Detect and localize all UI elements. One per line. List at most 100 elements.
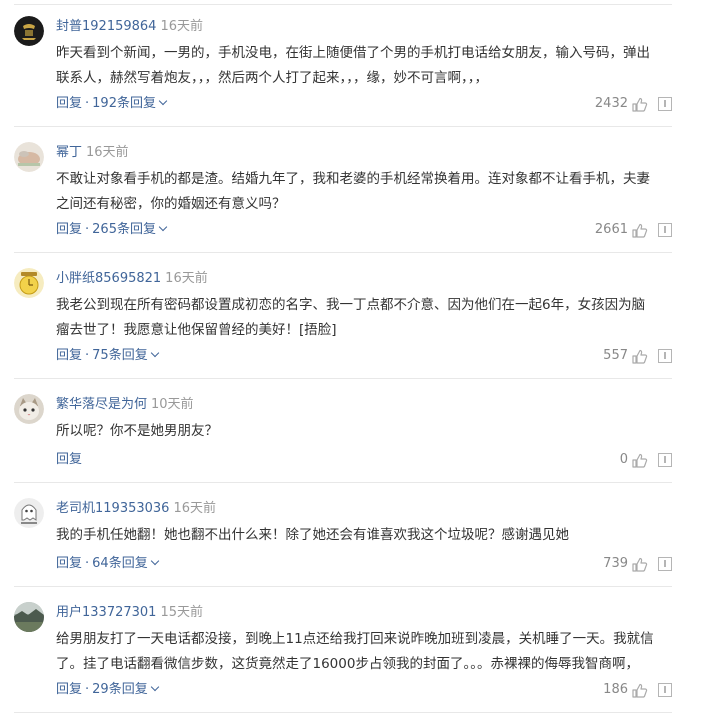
comment-time: 15天前 bbox=[160, 605, 203, 620]
replies-count: 29条回复 bbox=[92, 682, 148, 697]
comment-line: 昨天看到个新闻，一男的，手机没电，在街上随便借了个男的手机打电话给女朋友，输入号… bbox=[56, 45, 650, 61]
dark-emblem-avatar[interactable] bbox=[14, 16, 44, 46]
replies-count: 265条回复 bbox=[92, 222, 156, 237]
comment-line: 给男朋友打了一天电话都没接，到晚上11点还给我打回来说昨晚加班到凌晨，关机睡了一… bbox=[56, 631, 654, 647]
thumbs-up-icon[interactable] bbox=[631, 222, 648, 239]
comment-item: 用户133727301 15天前 给男朋友打了一天电话都没接，到晚上11点还给我打… bbox=[14, 602, 672, 713]
reply-button[interactable]: 回复 bbox=[56, 222, 82, 237]
comment-item: 老司机119353036 16天前 我的手机任她翻！她也翻不出什么来！除了她还会有… bbox=[14, 498, 672, 587]
like-count: 186 bbox=[603, 682, 628, 697]
comment-item: 繁华落尽是为何 10天前 所以呢？你不是她男朋友？ 回复 0 bbox=[14, 394, 672, 483]
separator-dot: · bbox=[85, 556, 90, 571]
comment-stats: 186 bbox=[603, 681, 672, 699]
comment-line: 了。挂了电话翻看微信步数，这货竟然走了16000步占领我的封面了。。。赤裸裸的侮… bbox=[56, 656, 639, 672]
comment-text: 给男朋友打了一天电话都没接，到晚上11点还给我打回来说昨晚加班到凌晨，关机睡了一… bbox=[56, 627, 676, 677]
view-replies-button[interactable]: 75条回复 bbox=[92, 348, 159, 363]
report-icon[interactable] bbox=[658, 223, 672, 237]
divider bbox=[14, 586, 672, 587]
smile-clock-avatar[interactable] bbox=[14, 268, 44, 298]
username-link[interactable]: 繁华落尽是为何 bbox=[56, 397, 147, 412]
comment-stats: 739 bbox=[603, 555, 672, 573]
comment-actions: 回复 · 192条回复 bbox=[56, 95, 168, 113]
thumbs-up-icon[interactable] bbox=[631, 348, 648, 365]
comment-line: 我的手机任她翻！她也翻不出什么来！除了她还会有谁喜欢我这个垃圾呢？感谢遇见她 bbox=[56, 527, 569, 543]
like-count: 739 bbox=[603, 556, 628, 571]
replies-count: 64条回复 bbox=[92, 556, 148, 571]
thumbs-up-icon[interactable] bbox=[631, 682, 648, 699]
landscape-avatar[interactable] bbox=[14, 602, 44, 632]
thumbs-up-icon[interactable] bbox=[631, 96, 648, 113]
like-count: 2661 bbox=[594, 222, 628, 237]
comment-line: 我老公到现在所有密码都设置成初恋的名字、我一丁点都不介意、因为他们在一起6年，女… bbox=[56, 297, 646, 313]
report-icon[interactable] bbox=[658, 349, 672, 363]
reply-button[interactable]: 回复 bbox=[56, 96, 82, 111]
report-icon[interactable] bbox=[658, 453, 672, 467]
comment-actions: 回复 · 265条回复 bbox=[56, 221, 168, 239]
comment-meta: 幂丁 16天前 bbox=[56, 143, 129, 163]
replies-count: 75条回复 bbox=[92, 348, 148, 363]
divider bbox=[14, 4, 672, 5]
username-link[interactable]: 老司机119353036 bbox=[56, 501, 169, 516]
username-link[interactable]: 小胖纸85695821 bbox=[56, 271, 161, 286]
comment-line: 瘤去世了！我愿意让他保留曾经的美好！[捂脸] bbox=[56, 322, 337, 338]
divider bbox=[14, 712, 672, 713]
thumbs-up-icon[interactable] bbox=[631, 452, 648, 469]
view-replies-button[interactable]: 29条回复 bbox=[92, 682, 159, 697]
report-icon[interactable] bbox=[658, 683, 672, 697]
comment-actions: 回复 bbox=[56, 451, 82, 469]
comment-stats: 2432 bbox=[595, 95, 672, 113]
report-icon[interactable] bbox=[658, 97, 672, 111]
thumbs-up-icon[interactable] bbox=[631, 556, 648, 573]
username-link[interactable]: 用户133727301 bbox=[56, 605, 156, 620]
comment-time: 16天前 bbox=[86, 145, 129, 160]
divider bbox=[14, 126, 672, 127]
divider bbox=[14, 482, 672, 483]
username-link[interactable]: 封普192159864 bbox=[56, 19, 156, 34]
view-replies-button[interactable]: 265条回复 bbox=[92, 222, 168, 237]
comment-line: 所以呢？你不是她男朋友？ bbox=[56, 423, 218, 439]
comment-item: 小胖纸85695821 16天前 我老公到现在所有密码都设置成初恋的名字、我一丁点… bbox=[14, 268, 672, 379]
comment-actions: 回复 · 29条回复 bbox=[56, 681, 159, 699]
reply-button[interactable]: 回复 bbox=[56, 348, 82, 363]
reply-button[interactable]: 回复 bbox=[56, 556, 82, 571]
chevron-down-icon bbox=[150, 556, 159, 566]
view-replies-button[interactable]: 64条回复 bbox=[92, 556, 159, 571]
replies-count: 192条回复 bbox=[92, 96, 156, 111]
comment-meta: 繁华落尽是为何 10天前 bbox=[56, 395, 194, 415]
comment-line: 不敢让对象看手机的都是渣。结婚九年了，我和老婆的手机经常换着用。连对象都不让看手… bbox=[56, 171, 650, 187]
cat-avatar[interactable] bbox=[14, 394, 44, 424]
reply-button[interactable]: 回复 bbox=[56, 452, 82, 467]
ghost-avatar[interactable] bbox=[14, 498, 44, 528]
comment-text: 不敢让对象看手机的都是渣。结婚九年了，我和老婆的手机经常换着用。连对象都不让看手… bbox=[56, 167, 676, 217]
comment-actions: 回复 · 64条回复 bbox=[56, 555, 159, 573]
comment-time: 16天前 bbox=[160, 19, 203, 34]
comment-meta: 用户133727301 15天前 bbox=[56, 603, 203, 623]
comment-item: 幂丁 16天前 不敢让对象看手机的都是渣。结婚九年了，我和老婆的手机经常换着用。连… bbox=[14, 142, 672, 253]
comment-time: 16天前 bbox=[165, 271, 208, 286]
comment-text: 所以呢？你不是她男朋友？ bbox=[56, 419, 676, 444]
comment-time: 10天前 bbox=[151, 397, 194, 412]
separator-dot: · bbox=[85, 96, 90, 111]
like-count: 2432 bbox=[594, 96, 628, 111]
comment-stats: 0 bbox=[620, 451, 672, 469]
comment-line: 联系人，赫然写着炮友，，，然后两个人打了起来，，，缘，妙不可言啊，，， bbox=[56, 70, 488, 86]
comment-text: 我的手机任她翻！她也翻不出什么来！除了她还会有谁喜欢我这个垃圾呢？感谢遇见她 bbox=[56, 523, 676, 548]
comment-text: 昨天看到个新闻，一男的，手机没电，在街上随便借了个男的手机打电话给女朋友，输入号… bbox=[56, 41, 676, 91]
view-replies-button[interactable]: 192条回复 bbox=[92, 96, 168, 111]
comment-time: 16天前 bbox=[173, 501, 216, 516]
divider bbox=[14, 252, 672, 253]
like-count: 557 bbox=[603, 348, 628, 363]
report-icon[interactable] bbox=[658, 557, 672, 571]
chevron-down-icon bbox=[150, 348, 159, 358]
separator-dot: · bbox=[85, 222, 90, 237]
reply-button[interactable]: 回复 bbox=[56, 682, 82, 697]
chevron-down-icon bbox=[158, 96, 168, 106]
comment-meta: 封普192159864 16天前 bbox=[56, 17, 203, 37]
comment-meta: 小胖纸85695821 16天前 bbox=[56, 269, 208, 289]
hand-photo-avatar[interactable] bbox=[14, 142, 44, 172]
comment-text: 我老公到现在所有密码都设置成初恋的名字、我一丁点都不介意、因为他们在一起6年，女… bbox=[56, 293, 676, 343]
chevron-down-icon bbox=[150, 682, 159, 692]
comment-stats: 2661 bbox=[595, 221, 672, 239]
username-link[interactable]: 幂丁 bbox=[56, 145, 82, 160]
comment-list: 封普192159864 16天前 昨天看到个新闻，一男的，手机没电，在街上随便借了… bbox=[0, 0, 718, 727]
